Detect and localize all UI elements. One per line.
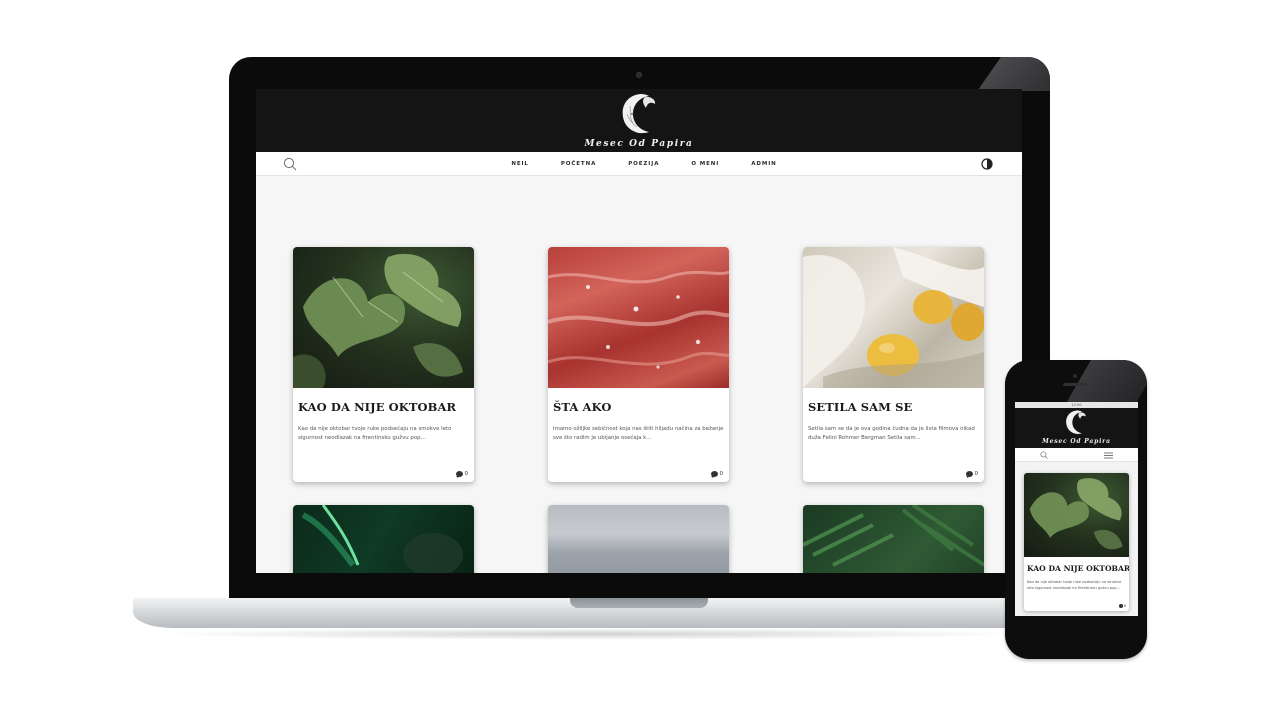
post-title[interactable]: SETILA SAM SE	[808, 400, 912, 414]
main-navbar: NEIL POČETNA POEZIJA O MENI ADMIN	[256, 152, 1022, 176]
laptop-notch	[570, 598, 708, 608]
comment-count-value: 0	[974, 471, 979, 477]
mobile-screen: 12:00 Mesec Od Papira KAO DA NIJE OKTOBA…	[1015, 402, 1138, 616]
nav-item-o-meni[interactable]: O MENI	[691, 161, 719, 167]
mobile-comment-count[interactable]: 0	[1118, 604, 1126, 608]
comment-count[interactable]: 0	[455, 471, 469, 478]
comment-icon	[965, 471, 973, 478]
comment-icon	[1118, 604, 1123, 608]
comment-count-value: 0	[464, 471, 469, 477]
site-header: Mesec Od Papira	[256, 89, 1022, 152]
post-excerpt: Imamo ožiljke sebičnost koja nas štiti h…	[553, 426, 724, 442]
nav-item-neil[interactable]: NEIL	[511, 161, 529, 167]
post-image-red-water[interactable]	[548, 247, 729, 388]
post-excerpt: Setila sam se da je ova godina čudna da …	[808, 426, 975, 442]
comment-count[interactable]: 0	[710, 471, 724, 478]
laptop-camera	[636, 72, 642, 78]
comment-count-value: 0	[719, 471, 724, 477]
desktop-screen: Mesec Od Papira NEIL POČETNA POEZIJA O M…	[256, 89, 1022, 573]
mobile-site-header: Mesec Od Papira	[1015, 408, 1138, 448]
phone-speaker	[1063, 383, 1087, 386]
post-title[interactable]: ŠTA AKO	[553, 400, 612, 414]
post-image-grey-sea[interactable]	[548, 505, 729, 573]
phone-camera	[1073, 374, 1077, 378]
mobile-logo-text[interactable]: Mesec Od Papira	[1015, 438, 1138, 445]
post-image-fig-leaves[interactable]	[293, 247, 474, 388]
post-title[interactable]: KAO DA NIJE OKTOBAR	[298, 400, 456, 414]
nav-item-poezija[interactable]: POEZIJA	[628, 161, 659, 167]
nav-menu: NEIL POČETNA POEZIJA O MENI ADMIN	[256, 152, 1022, 176]
post-excerpt: Kao da nije oktobar tvoje ruke podsećaju…	[298, 426, 452, 442]
mobile-post-excerpt: Kao da nije oktobar tvoje ruke podsećaju…	[1027, 580, 1122, 590]
post-card[interactable]	[803, 505, 984, 573]
lid-glare	[977, 57, 1050, 91]
comment-icon	[455, 471, 463, 478]
nav-item-pocetna[interactable]: POČETNA	[561, 161, 596, 167]
comment-count-value: 0	[1123, 604, 1126, 608]
nav-item-admin[interactable]: ADMIN	[751, 161, 776, 167]
post-image-fern-leaves[interactable]	[803, 505, 984, 573]
search-icon[interactable]	[1040, 451, 1048, 459]
post-card[interactable]	[548, 505, 729, 573]
post-card[interactable]: ŠTA AKO Imamo ožiljke sebičnost koja nas…	[548, 247, 729, 482]
post-card[interactable]: SETILA SAM SE Setila sam se da je ova go…	[803, 247, 984, 482]
laptop-shadow	[150, 628, 1030, 640]
comment-icon	[710, 471, 718, 478]
moon-logo-icon[interactable]	[1064, 409, 1088, 436]
phone-glare	[1066, 360, 1147, 402]
post-image-lemons[interactable]	[803, 247, 984, 388]
post-card[interactable]: KAO DA NIJE OKTOBAR Kao da nije oktobar …	[293, 247, 474, 482]
mobile-navbar	[1015, 448, 1138, 462]
hamburger-icon[interactable]	[1104, 452, 1113, 459]
post-image-fig-leaves[interactable]	[1024, 473, 1129, 557]
post-card[interactable]	[293, 505, 474, 573]
comment-count[interactable]: 0	[965, 471, 979, 478]
site-logo-text[interactable]: Mesec Od Papira	[256, 139, 1022, 149]
theme-toggle-icon[interactable]	[981, 158, 993, 170]
post-image-green-laser[interactable]	[293, 505, 474, 573]
moon-logo-icon[interactable]	[619, 92, 659, 136]
mobile-post-title[interactable]: KAO DA NIJE OKTOBAR	[1027, 564, 1129, 573]
mobile-post-card[interactable]: KAO DA NIJE OKTOBAR Kao da nije oktobar …	[1024, 473, 1129, 611]
